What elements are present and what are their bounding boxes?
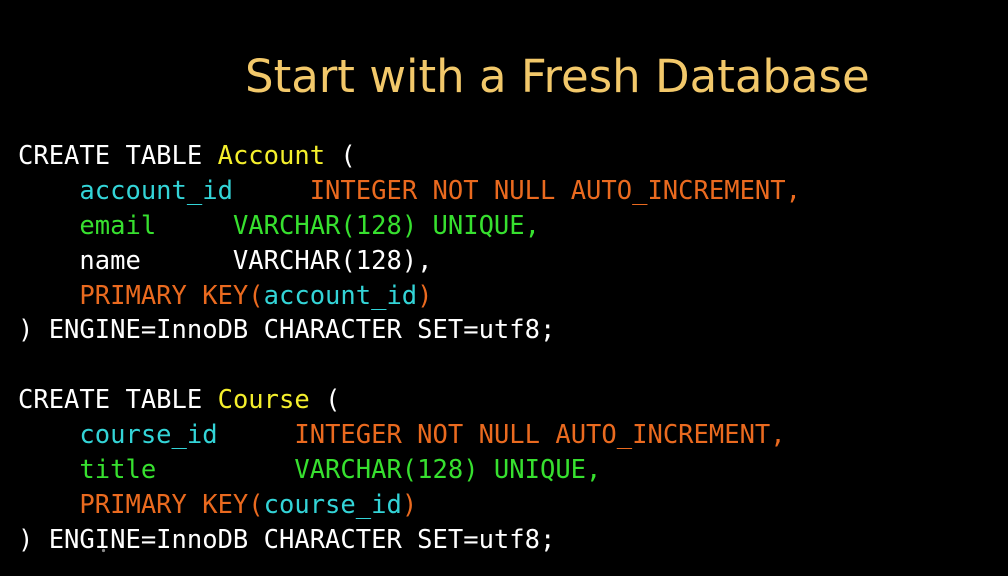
code-token: ( (325, 141, 356, 171)
code-line: account_id INTEGER NOT NULL AUTO_INCREME… (18, 174, 801, 209)
code-line: title VARCHAR(128) UNIQUE, (18, 453, 801, 488)
code-token: PRIMARY KEY( (18, 280, 264, 311)
code-line: CREATE TABLE Account ( (18, 139, 801, 174)
code-line: course_id INTEGER NOT NULL AUTO_INCREMEN… (18, 418, 801, 453)
code-line: name VARCHAR(128), (18, 244, 801, 279)
presentation-slide: Start with a Fresh Database CREATE TABLE… (0, 0, 1008, 576)
code-token: CREATE TABLE (18, 385, 218, 416)
code-token: PRIMARY KEY( (18, 489, 264, 520)
code-token: ( (309, 385, 341, 416)
code-line: ) ENGINE=InnoDB CHARACTER SET=utf8; (18, 313, 801, 348)
code-line: PRIMARY KEY(account_id) (18, 279, 801, 314)
code-line: PRIMARY KEY(course_id) (18, 488, 801, 523)
code-token: INTEGER NOT NULL AUTO_INCREMENT, (294, 420, 786, 451)
code-line: email VARCHAR(128) UNIQUE, (18, 209, 801, 244)
code-token: email (18, 210, 157, 241)
code-token: CREATE TABLE (18, 141, 218, 171)
slide-title: Start with a Fresh Database (245, 50, 870, 103)
code-token: account_id (18, 175, 233, 206)
code-line: ) ENGINE=InnoDB CHARACTER SET=utf8; (18, 523, 801, 558)
code-token: VARCHAR(128) UNIQUE, (232, 210, 540, 241)
code-token: Course (217, 385, 310, 416)
code-token: VARCHAR(128) UNIQUE, (294, 455, 602, 486)
code-token: ) (401, 489, 418, 520)
code-token: INTEGER NOT NULL AUTO_INCREMENT, (309, 175, 801, 206)
code-token: Account (217, 141, 326, 171)
mouse-cursor-icon (101, 548, 106, 553)
code-token: name VARCHAR(128), (18, 245, 433, 276)
code-token: ) (417, 280, 433, 311)
sql-code-block: CREATE TABLE Account ( account_id INTEGE… (18, 139, 801, 558)
code-token: course_id (18, 420, 218, 451)
code-token: ) ENGINE=InnoDB CHARACTER SET=utf8; (18, 524, 556, 555)
code-token: ) ENGINE=InnoDB CHARACTER SET=utf8; (18, 315, 556, 346)
code-line: CREATE TABLE Course ( (18, 383, 801, 418)
code-token: course_id (263, 489, 402, 520)
code-token: title (18, 455, 157, 486)
code-token: account_id (263, 280, 418, 311)
